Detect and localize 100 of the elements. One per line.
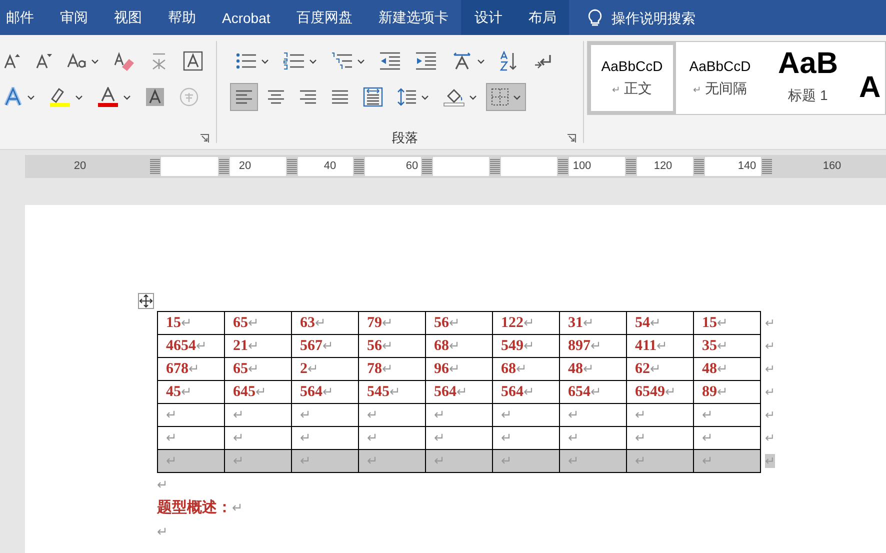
dialog-launcher-icon[interactable] <box>567 134 576 143</box>
column-marker[interactable] <box>626 159 636 174</box>
table-cell: 45↵ <box>158 380 224 404</box>
table-cell: 63↵ <box>292 312 358 334</box>
table-cell: 564↵ <box>426 380 492 404</box>
ruler-number: 20 <box>74 159 86 174</box>
shaded-letter-icon <box>145 87 165 107</box>
justify-icon <box>331 89 349 105</box>
column-marker[interactable] <box>422 159 432 174</box>
paragraph: 题型概述：↵ <box>157 498 243 518</box>
column-marker[interactable] <box>490 159 500 174</box>
numbered-list-icon <box>283 52 305 70</box>
row-end-mark: ↵ <box>765 454 775 468</box>
align-right-icon <box>299 89 317 105</box>
table-cell: 62↵ <box>626 358 694 380</box>
ruler-segment <box>501 157 557 176</box>
table-cell: ↵ <box>492 404 560 426</box>
table-cell: 564↵ <box>492 380 560 404</box>
caret-icon <box>261 58 269 64</box>
table-cell: 48↵ <box>694 358 760 380</box>
ribbon-tab[interactable]: 设计 <box>461 0 516 35</box>
dialog-launcher-icon[interactable] <box>200 134 209 143</box>
text-effects-icon <box>3 87 23 107</box>
paragraph-mark: ↵ <box>157 476 168 494</box>
ribbon-tab[interactable]: 帮助 <box>155 0 209 35</box>
table-cell: 56↵ <box>358 334 426 358</box>
ribbon-tab[interactable]: 视图 <box>101 0 155 35</box>
style-preview: AaB <box>778 47 838 81</box>
table-cell: 89↵ <box>694 380 760 404</box>
move-handle-icon[interactable] <box>138 293 154 309</box>
ruler-segment <box>433 157 489 176</box>
table-cell: 48↵ <box>560 358 626 380</box>
search-field[interactable]: 操作说明搜索 <box>611 10 742 26</box>
column-marker[interactable] <box>762 159 772 174</box>
borders-button[interactable] <box>486 83 526 111</box>
table-cell: ↵ <box>358 450 426 472</box>
ribbon-tab[interactable]: 邮件 <box>0 0 47 35</box>
shrink-font-icon <box>35 52 53 70</box>
table-cell: 65↵ <box>224 358 292 380</box>
table-cell: 68↵ <box>492 358 560 380</box>
ribbon-tab[interactable]: 审阅 <box>47 0 101 35</box>
table-cell: ↵ <box>560 404 626 426</box>
caret-icon <box>477 58 485 64</box>
caret-icon <box>75 94 83 100</box>
table-cell: 678↵ <box>158 358 224 380</box>
table-cell: ↵ <box>358 404 426 426</box>
ribbon-tab[interactable]: 布局 <box>515 0 570 35</box>
table-cell: 31↵ <box>560 312 626 334</box>
align-left-button[interactable] <box>230 83 258 111</box>
group-label: 段落 <box>392 129 418 147</box>
ruler-number: 100 <box>572 159 592 174</box>
table-cell: 15↵ <box>158 312 224 334</box>
table-cell: ↵ <box>560 450 626 472</box>
style-item[interactable]: A <box>852 42 884 114</box>
style-item[interactable]: AaBbCcD ↵ 无间隔 <box>676 42 764 114</box>
ribbon-tab[interactable]: 百度网盘 <box>283 0 366 35</box>
row-end-mark: ↵ <box>765 316 775 330</box>
table-cell: 54↵ <box>626 312 694 334</box>
ruler-number: 120 <box>654 159 672 174</box>
ruler-segment <box>365 157 421 176</box>
style-item[interactable]: AaB 标题 1 <box>764 42 852 114</box>
ribbon-tab[interactable]: 新建选项卡 <box>365 0 462 35</box>
table-cell: 2↵ <box>292 358 358 380</box>
line-spacing-icon <box>397 88 417 106</box>
caret-icon <box>513 94 521 100</box>
caret-icon <box>469 94 477 100</box>
table-cell: 56↵ <box>426 312 492 334</box>
highlighter-icon <box>49 87 71 107</box>
table-cell: ↵ <box>626 404 694 426</box>
borders-icon <box>491 88 509 106</box>
row-end-mark: ↵ <box>765 362 775 376</box>
style-preview: A <box>859 71 881 105</box>
caret-icon <box>123 94 131 100</box>
ruler-segment <box>569 157 625 176</box>
paint-bucket-icon <box>443 87 465 107</box>
table-cell: 4654↵ <box>158 334 224 358</box>
column-marker[interactable] <box>219 159 229 174</box>
bullet-list-icon <box>235 52 257 70</box>
column-marker[interactable] <box>558 159 568 174</box>
table-cell: ↵ <box>224 404 292 426</box>
row-end-mark: ↵ <box>765 430 775 444</box>
ruler-number: 20 <box>238 159 252 174</box>
caret-icon <box>421 94 429 100</box>
table-cell: 35↵ <box>694 334 760 358</box>
ruler-number: 40 <box>324 159 336 174</box>
column-marker[interactable] <box>354 159 364 174</box>
row-end-mark: ↵ <box>765 384 775 398</box>
column-marker[interactable] <box>287 159 297 174</box>
table-cell: 15↵ <box>694 312 760 334</box>
ruler-segment <box>705 157 761 176</box>
table-cell: ↵ <box>694 404 760 426</box>
ribbon-tab[interactable]: Acrobat <box>209 0 284 35</box>
grow-font-icon <box>3 52 21 70</box>
style-label: 标题 1 <box>788 87 828 105</box>
style-label: ↵ 正文 <box>612 80 652 98</box>
column-marker[interactable] <box>150 159 160 174</box>
distributed-icon <box>363 87 383 107</box>
table-cell: ↵ <box>224 450 292 472</box>
column-marker[interactable] <box>694 159 704 174</box>
style-item[interactable]: AaBbCcD ↵ 正文 <box>588 42 676 114</box>
